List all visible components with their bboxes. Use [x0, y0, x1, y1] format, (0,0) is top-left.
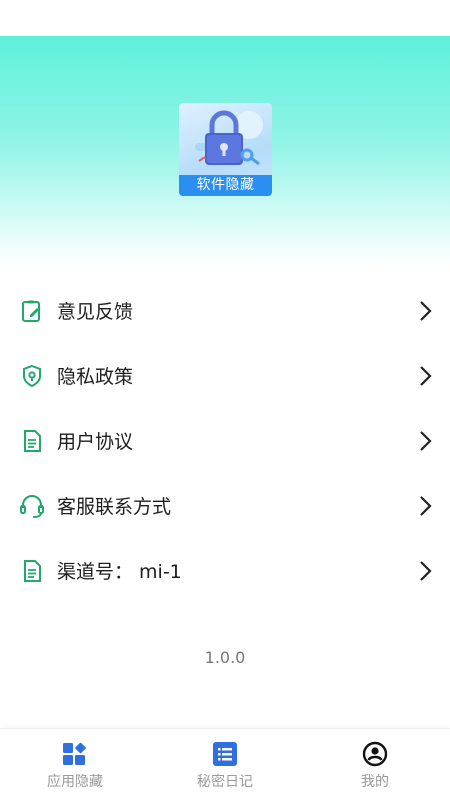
document-icon: [19, 428, 45, 454]
menu-item-feedback[interactable]: 意见反馈: [0, 278, 450, 343]
menu-item-user-agreement[interactable]: 用户协议: [0, 408, 450, 473]
apps-icon: [63, 742, 86, 765]
padlock-icon: [195, 110, 263, 166]
menu-item-label: 用户协议: [57, 431, 134, 453]
chevron-right-icon: [420, 495, 432, 516]
list-icon: [213, 742, 237, 766]
chevron-right-icon: [420, 300, 432, 321]
tab-mine[interactable]: 我的: [300, 729, 450, 796]
feedback-icon: [19, 298, 45, 324]
tab-label: 我的: [361, 774, 389, 790]
app-logo-label: 软件隐藏: [179, 175, 272, 196]
tab-label: 应用隐藏: [47, 774, 103, 790]
privacy-shield-icon: [19, 363, 45, 389]
menu-item-privacy-policy[interactable]: 隐私政策: [0, 343, 450, 408]
app-version: 1.0.0: [204, 648, 246, 667]
headset-icon: [19, 493, 45, 519]
settings-menu: 意见反馈 隐私政策 用户协议 客服联系方式 渠道号： mi-1: [0, 278, 450, 603]
document-icon: [19, 558, 45, 584]
menu-item-label: 意见反馈: [57, 301, 134, 323]
app-logo: 软件隐藏: [179, 103, 272, 196]
menu-item-label: 渠道号： mi-1: [57, 561, 182, 583]
tab-label: 秘密日记: [197, 774, 253, 790]
profile-icon: [362, 741, 388, 767]
chevron-right-icon: [420, 365, 432, 386]
tab-secret-diary[interactable]: 秘密日记: [150, 729, 300, 796]
menu-item-channel[interactable]: 渠道号： mi-1: [0, 538, 450, 603]
menu-item-label: 客服联系方式: [57, 496, 172, 518]
menu-item-label: 隐私政策: [57, 366, 134, 388]
chevron-right-icon: [420, 430, 432, 451]
tab-app-hide[interactable]: 应用隐藏: [0, 729, 150, 796]
status-bar: [0, 0, 450, 36]
menu-item-customer-service[interactable]: 客服联系方式: [0, 473, 450, 538]
bottom-tab-bar: 应用隐藏 秘密日记 我的: [0, 728, 450, 796]
chevron-right-icon: [420, 560, 432, 581]
